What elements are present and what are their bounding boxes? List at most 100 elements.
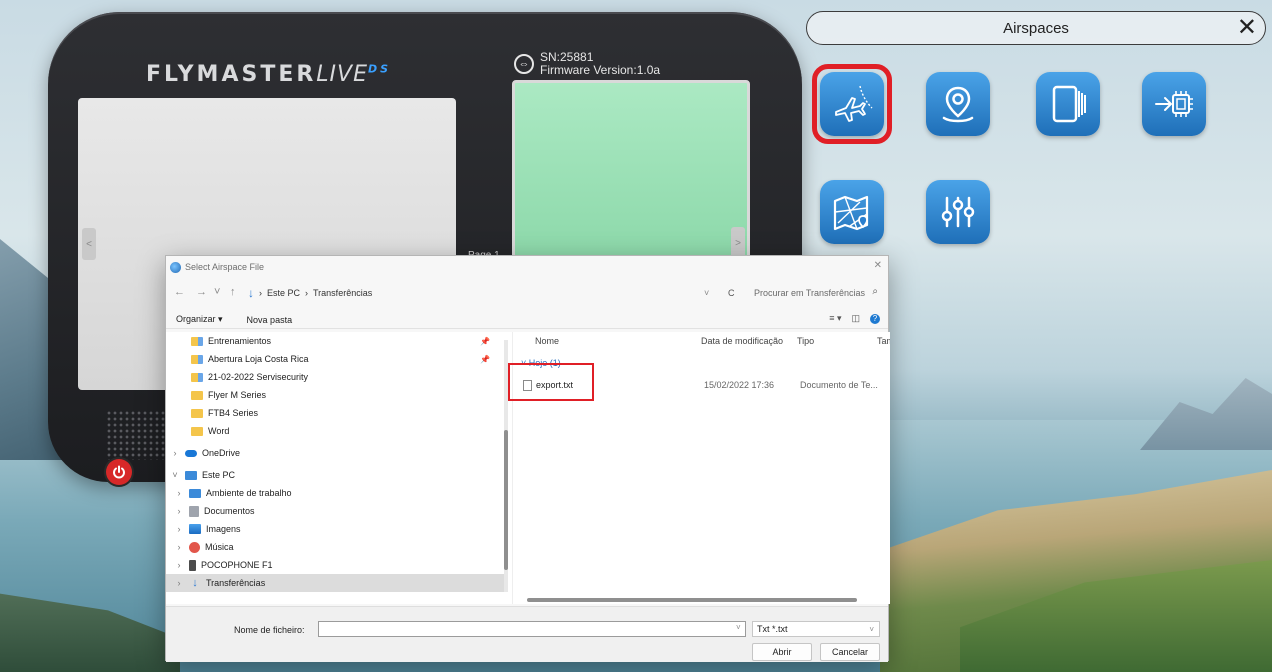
pin-icon: 📌 (480, 336, 490, 346)
nav-item-imagens[interactable]: › Imagens (166, 520, 506, 538)
pin-icon: 📌 (480, 354, 490, 364)
map-icon (833, 195, 869, 231)
location-tile[interactable] (926, 72, 990, 136)
close-icon[interactable]: ✕ (1237, 14, 1257, 42)
chevron-right-icon[interactable]: › (174, 578, 184, 588)
filetype-select[interactable]: Txt *.txt ˅ (752, 621, 880, 637)
breadcrumb-este-pc[interactable]: Este PC (267, 288, 300, 298)
file-date: 15/02/2022 17:36 (704, 380, 775, 390)
new-folder-button[interactable]: Nova pasta (247, 315, 293, 325)
nav-item-musica[interactable]: › Música (166, 538, 506, 556)
chevron-down-icon[interactable]: ˅ (170, 470, 180, 480)
filename-input[interactable] (318, 621, 746, 637)
location-pin-icon (942, 86, 974, 123)
firmware-tile[interactable] (1142, 72, 1206, 136)
organize-menu[interactable]: Organizar ▾ (176, 314, 223, 325)
nav-item-onedrive[interactable]: › OneDrive (166, 444, 506, 462)
nav-item-flyer-m[interactable]: Flyer M Series (166, 386, 506, 404)
firmware-version: Firmware Version:1.0a (540, 63, 661, 77)
cloud-icon (185, 449, 197, 457)
settings-sliders-icon (941, 196, 975, 228)
nav-item-transferencias[interactable]: › ↓ Transferências (166, 574, 506, 592)
chevron-right-icon[interactable]: › (174, 488, 184, 498)
help-icon[interactable]: ? (870, 313, 880, 324)
file-list-hscrollbar[interactable] (527, 598, 857, 602)
selected-tile-highlight (812, 64, 892, 144)
nav-scrollbar-thumb[interactable] (504, 430, 508, 570)
open-button[interactable]: Abrir (752, 643, 812, 661)
file-highlight-box (508, 363, 594, 401)
column-header-size[interactable]: Tam (877, 336, 890, 346)
search-input[interactable]: Procurar em Transferências ⌕ (750, 282, 886, 304)
chevron-right-icon[interactable]: › (174, 542, 184, 552)
select-airspace-file-dialog: Select Airspace File ✕ ← → ˅ ↑ ↓ › Este … (165, 255, 890, 662)
search-icon: ⌕ (872, 286, 878, 297)
documents-icon (189, 505, 199, 517)
column-header-name[interactable]: Nome (535, 336, 559, 346)
nav-item-ftb4[interactable]: FTB4 Series (166, 404, 506, 422)
nav-item-ambiente[interactable]: › Ambiente de trabalho (166, 484, 506, 502)
nav-item-word[interactable]: Word (166, 422, 506, 440)
downloads-icon: ↓ (248, 286, 254, 300)
refresh-button[interactable]: C (728, 288, 735, 298)
dialog-title: Select Airspace File (185, 262, 265, 272)
chevron-right-icon[interactable]: › (170, 448, 180, 458)
nav-item-pocophone[interactable]: › POCOPHONE F1 (166, 556, 506, 574)
airspaces-title: Airspaces (1003, 19, 1069, 37)
settings-tile[interactable] (926, 180, 990, 244)
chevron-down-icon[interactable]: ˅ (736, 623, 741, 632)
preview-pane-icon[interactable]: ◫ (851, 313, 860, 324)
map-tile[interactable] (820, 180, 884, 244)
power-button[interactable] (106, 459, 132, 485)
nav-item-este-pc[interactable]: ˅ Este PC (166, 466, 506, 484)
music-icon (189, 541, 200, 553)
view-menu-icon[interactable]: ≡ ▾ (829, 313, 841, 324)
device-brand-logo: FLYMASTERLIVEDS (146, 62, 392, 87)
back-button[interactable]: ← (174, 286, 185, 298)
column-header-type[interactable]: Tipo (797, 336, 814, 346)
forward-button[interactable]: → (196, 286, 207, 298)
folder-icon (191, 408, 203, 418)
desktop-icon (189, 488, 201, 498)
background-mountain-right (1140, 378, 1272, 450)
dialog-toolbar: Organizar ▾ Nova pasta ≡ ▾ ◫ ? (166, 311, 888, 329)
folder-icon (191, 390, 203, 400)
close-icon[interactable]: ✕ (874, 260, 882, 271)
screen-prev-button[interactable]: < (82, 228, 96, 260)
filename-label: Nome de ficheiro: (234, 625, 305, 635)
address-bar[interactable]: ↓ › Este PC › Transferências ˅ C (248, 282, 748, 304)
nav-item-entrenamientos[interactable]: Entrenamientos 📌 (166, 332, 506, 350)
cancel-button[interactable]: Cancelar (820, 643, 880, 661)
chevron-right-icon[interactable]: › (174, 560, 184, 570)
airspaces-header: Airspaces ✕ (806, 11, 1266, 45)
dialog-titlebar: Select Airspace File ✕ (166, 256, 888, 278)
nav-item-abertura[interactable]: Abertura Loja Costa Rica 📌 (166, 350, 506, 368)
power-icon (113, 465, 125, 479)
downloads-icon: ↓ (192, 577, 198, 589)
images-icon (189, 524, 201, 534)
pc-icon (185, 470, 197, 480)
navigation-pane: Entrenamientos 📌 Abertura Loja Costa Ric… (166, 332, 512, 604)
pages-icon (1052, 85, 1086, 123)
chevron-right-icon[interactable]: › (174, 506, 184, 516)
chevron-down-icon: ˅ (869, 624, 874, 634)
recent-locations-button[interactable]: ˅ (214, 286, 220, 298)
device-info: ⇔ SN:25881 Firmware Version:1.0a (514, 51, 660, 77)
shared-folder-icon (191, 336, 203, 346)
chevron-down-icon[interactable]: ˅ (704, 288, 709, 298)
breadcrumb-transferencias[interactable]: Transferências (313, 288, 372, 298)
file-type: Documento de Te... (800, 380, 878, 390)
firmware-chip-icon (1155, 91, 1193, 117)
nav-item-servisecurity[interactable]: 21-02-2022 Servisecurity (166, 368, 506, 386)
dialog-navbar: ← → ˅ ↑ ↓ › Este PC › Transferências ˅ C… (166, 282, 888, 304)
folder-icon (191, 426, 203, 436)
pages-tile[interactable] (1036, 72, 1100, 136)
usb-icon: ⇔ (514, 54, 534, 74)
app-icon (170, 261, 181, 273)
chevron-right-icon[interactable]: › (174, 524, 184, 534)
nav-item-documentos[interactable]: › Documentos (166, 502, 506, 520)
up-button[interactable]: ↑ (230, 286, 236, 298)
shared-folder-icon (191, 372, 203, 382)
column-header-date[interactable]: Data de modificação (701, 336, 783, 346)
phone-icon (189, 559, 196, 571)
